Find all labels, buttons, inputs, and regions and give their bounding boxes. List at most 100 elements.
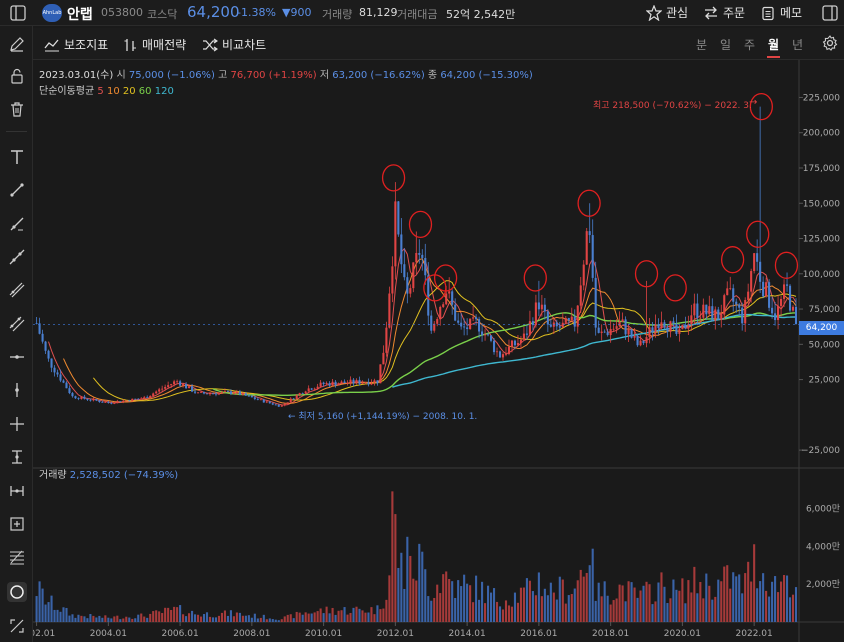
candle-body — [107, 402, 110, 403]
current-price-tag: 64,200 — [799, 321, 844, 335]
lock-icon[interactable] — [7, 66, 27, 86]
strategy-button[interactable]: 매매전략 — [124, 36, 186, 53]
candle-body — [412, 262, 415, 289]
candle-body — [95, 399, 98, 401]
volume-bar — [534, 595, 537, 622]
candle-body — [376, 380, 379, 384]
candle-body — [53, 367, 56, 373]
volume-bar — [678, 590, 681, 622]
volume-bar — [487, 585, 490, 622]
volume-bar — [143, 616, 146, 622]
volume-bar — [630, 582, 633, 622]
text-tool-icon[interactable] — [7, 147, 27, 167]
indicators-button[interactable]: 보조지표 — [44, 36, 108, 53]
candle-body — [316, 386, 319, 389]
panel-toggle-icon[interactable] — [822, 5, 838, 25]
volume-bar — [561, 579, 564, 622]
x-tick-label: 2002.01 — [33, 629, 55, 639]
volume-bar — [771, 581, 774, 622]
price-range-icon[interactable] — [7, 447, 27, 467]
amount-value: 52억 2,542만 — [446, 8, 516, 21]
line-tool-icon[interactable] — [7, 180, 27, 200]
volume-bar — [472, 602, 475, 622]
volume-bar — [343, 607, 346, 622]
candle-body — [343, 381, 346, 384]
period-day[interactable]: 일 — [720, 36, 731, 53]
settings-gear-icon[interactable] — [822, 35, 838, 55]
volume-bar — [376, 605, 379, 622]
volume-bar — [349, 612, 352, 622]
close-label: 종 — [427, 70, 438, 81]
volume-bar — [732, 572, 735, 622]
pencil-icon[interactable] — [7, 34, 27, 54]
horizontal-line-icon[interactable] — [7, 347, 27, 367]
ma20-label: 20 — [122, 86, 136, 97]
compare-button[interactable]: 비교차트 — [202, 36, 266, 53]
candle-body — [256, 398, 259, 400]
volume-bar — [331, 607, 334, 622]
volume-bar — [182, 614, 185, 622]
channel-tool-icon[interactable] — [7, 314, 27, 334]
volume-label: 거래량 — [322, 8, 353, 21]
volume-bar — [364, 612, 367, 622]
ma-label: 단순이동평균 — [39, 86, 95, 97]
candle-body — [735, 301, 738, 305]
add-box-icon[interactable] — [7, 514, 27, 534]
volume-bar — [367, 612, 370, 622]
candle-body — [519, 339, 522, 343]
period-week[interactable]: 주 — [744, 36, 755, 53]
trash-icon[interactable] — [7, 99, 27, 119]
volume-bar — [274, 619, 277, 622]
volume-bar — [44, 604, 47, 622]
candle-body — [211, 393, 215, 395]
candle-body — [289, 398, 292, 403]
date-range-icon[interactable] — [7, 481, 27, 501]
sidebar-toggle-icon[interactable] — [10, 5, 26, 25]
period-month[interactable]: 월 — [768, 36, 779, 53]
candle-body — [648, 327, 651, 338]
candle-body — [77, 398, 80, 400]
parallel-line-icon[interactable] — [7, 280, 27, 300]
ma-legend[interactable]: 단순이동평균 5 10 20 60 120 — [39, 82, 174, 97]
candle-body — [427, 275, 430, 316]
expand-corner-icon[interactable] — [7, 616, 27, 636]
candle-body — [469, 318, 472, 330]
ma120-line — [392, 313, 797, 388]
candle-body — [794, 306, 798, 325]
y-tick-label: 25,000 — [809, 376, 841, 386]
volume-bar — [549, 582, 552, 622]
candle-body — [442, 304, 445, 307]
ray-tool-icon[interactable] — [7, 214, 27, 234]
candle-body — [346, 382, 349, 384]
low-annotation: ← 최저 5,160 (+1,144.19%) − 2008. 10. 1. — [288, 412, 478, 422]
candle-body — [717, 309, 720, 320]
volume-pane-value: 2,528,502 (−74.39%) — [69, 470, 179, 481]
price-chart[interactable]: 225,000 200,000 175,000 150,000 125,000 100,0… — [18, 60, 844, 642]
extended-line-icon[interactable] — [7, 247, 27, 267]
candle-body — [146, 397, 149, 399]
volume-bar — [373, 614, 376, 622]
period-minute[interactable]: 분 — [696, 36, 707, 53]
fibonacci-icon[interactable] — [7, 547, 27, 567]
memo-button[interactable]: 메모 — [760, 4, 802, 21]
vertical-line-icon[interactable] — [7, 380, 27, 400]
volume-bar — [116, 615, 119, 622]
volume-bar — [663, 586, 666, 622]
volume-bar — [277, 620, 280, 622]
ma5-label: 5 — [97, 86, 104, 97]
candle-body — [759, 261, 762, 282]
volume-bar — [71, 614, 74, 622]
chart-area[interactable]: 225,000 200,000 175,000 150,000 125,000 100,0… — [18, 60, 844, 642]
volume-bar — [140, 613, 143, 622]
watch-button[interactable]: 관심 — [646, 4, 688, 21]
circle-tool-icon[interactable] — [7, 582, 27, 602]
period-year[interactable]: 년 — [792, 36, 803, 53]
crosshair-icon[interactable] — [7, 414, 27, 434]
candle-body — [220, 391, 224, 393]
order-button[interactable]: 주문 — [703, 4, 745, 21]
candle-body — [229, 391, 232, 394]
volume-bar — [481, 581, 484, 622]
candle-body — [726, 288, 729, 296]
volume-bar — [507, 605, 511, 622]
candle-body — [705, 304, 708, 315]
